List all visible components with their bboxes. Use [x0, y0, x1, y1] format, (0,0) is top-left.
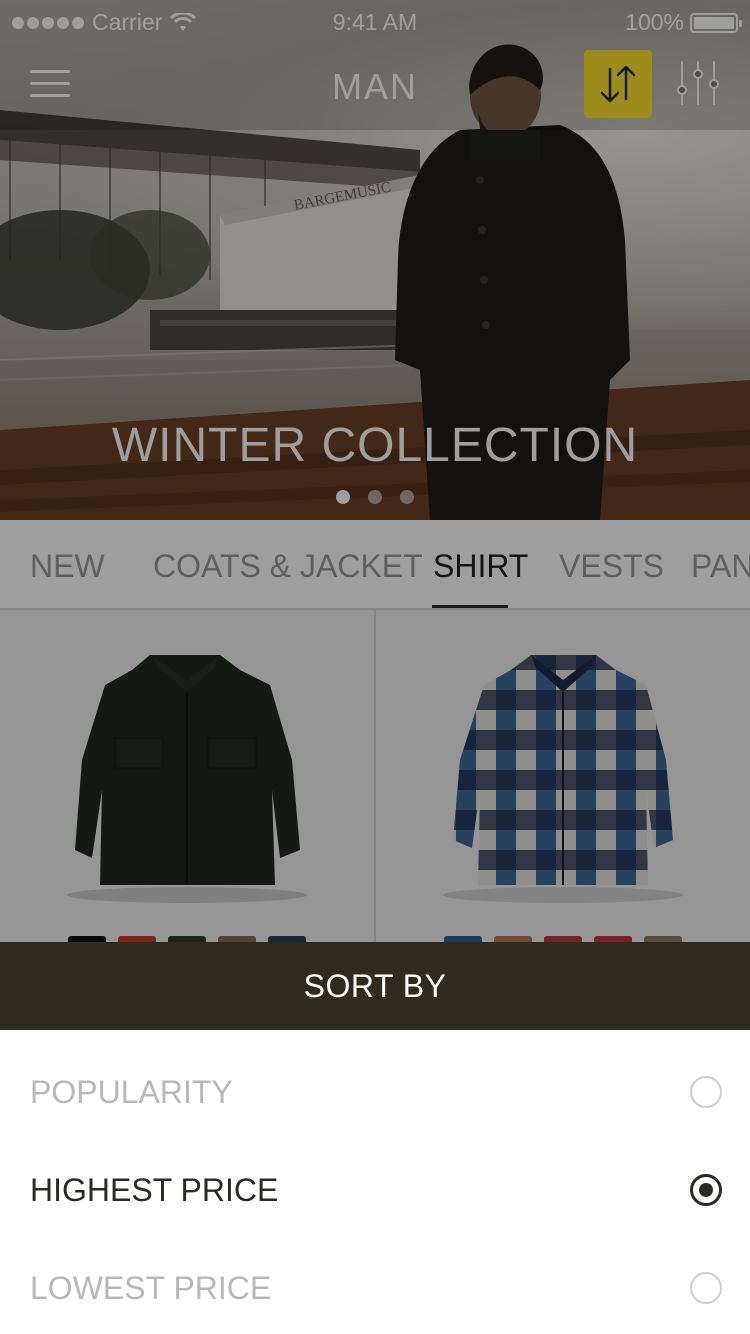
sort-option-lowest-price[interactable]: LOWEST PRICE — [0, 1234, 750, 1332]
sort-sheet-header: SORT BY — [0, 942, 750, 1030]
sort-option-highest-price[interactable]: HIGHEST PRICE — [0, 1136, 750, 1234]
modal-backdrop[interactable] — [0, 0, 750, 942]
radio-icon[interactable] — [690, 1272, 722, 1304]
sort-options: POPULARITY HIGHEST PRICE LOWEST PRICE — [0, 1030, 750, 1334]
sort-option-popularity[interactable]: POPULARITY — [0, 1038, 750, 1136]
sort-sheet-title: SORT BY — [303, 967, 447, 1004]
radio-icon[interactable] — [690, 1076, 722, 1108]
sort-option-label: HIGHEST PRICE — [30, 1172, 279, 1208]
sort-option-label: LOWEST PRICE — [30, 1270, 272, 1306]
radio-checked-icon[interactable] — [690, 1174, 722, 1206]
sort-option-label: POPULARITY — [30, 1074, 233, 1110]
